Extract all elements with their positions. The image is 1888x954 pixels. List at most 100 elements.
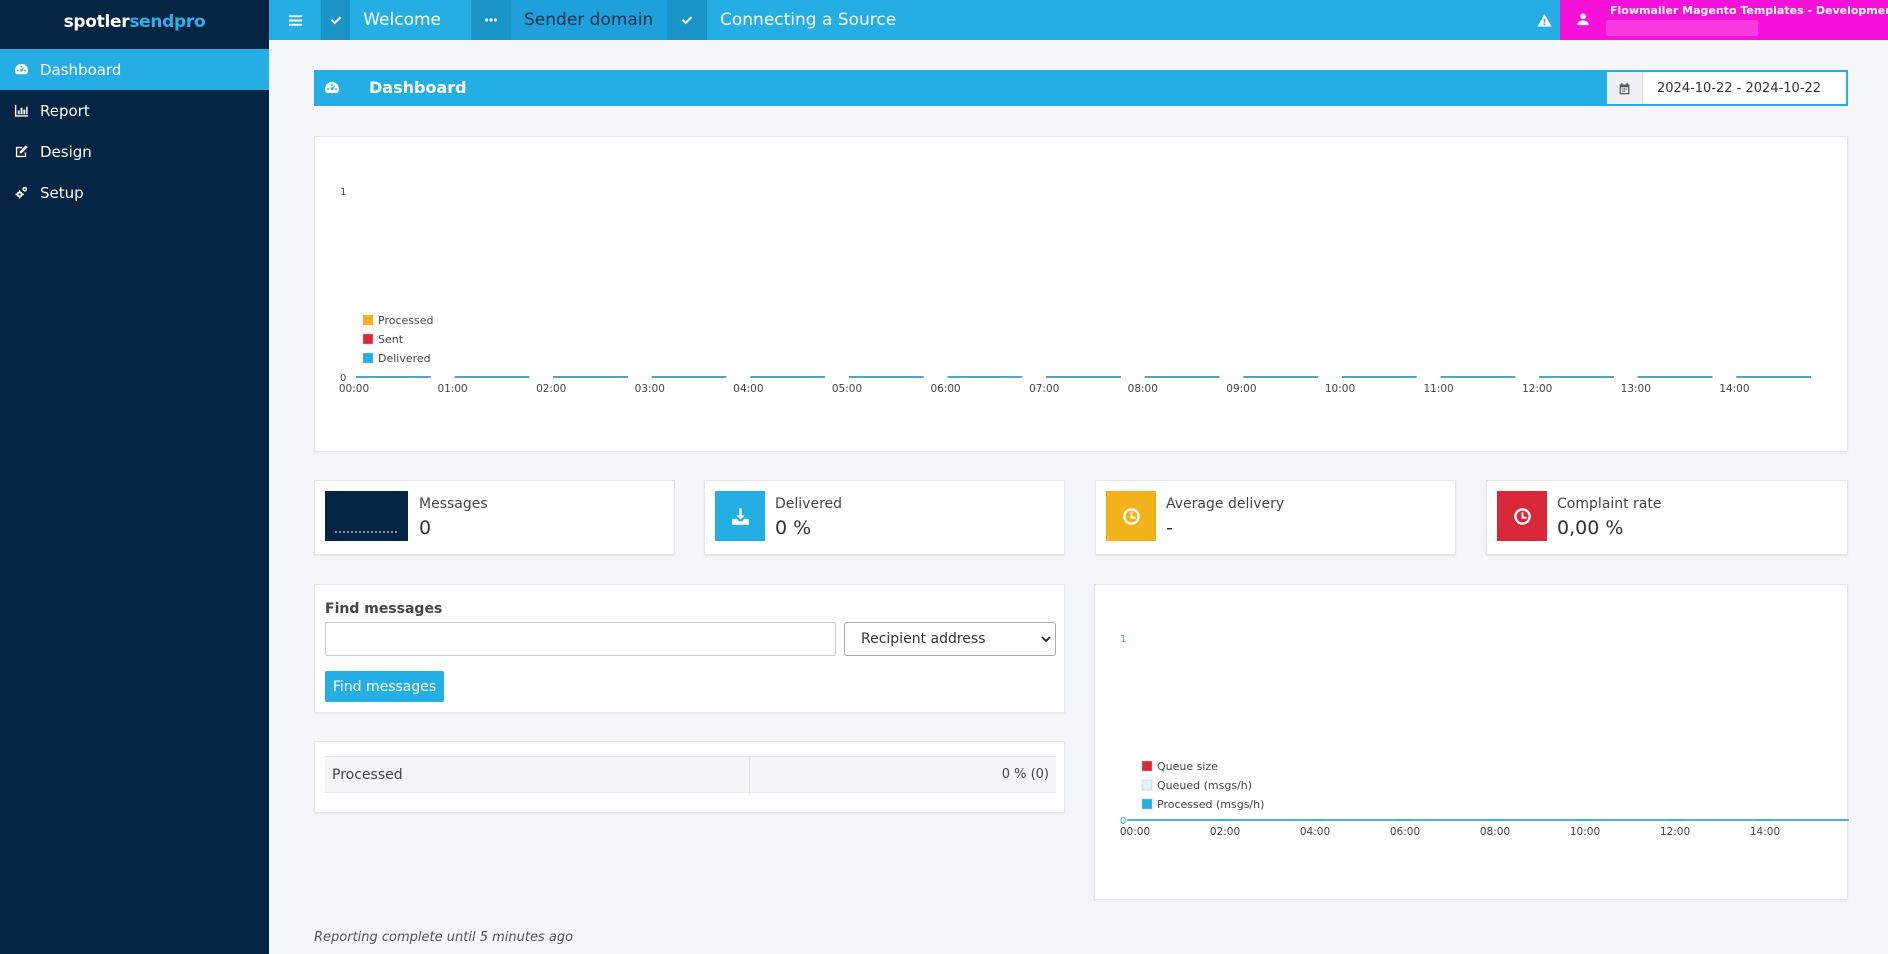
reporting-status: Reporting complete until 5 minutes ago xyxy=(314,930,574,945)
download-icon xyxy=(715,491,765,541)
user-icon xyxy=(1576,12,1592,28)
stat-value: - xyxy=(1166,517,1173,539)
edit-icon xyxy=(13,144,29,160)
y-tick-label: 1 xyxy=(340,187,346,198)
sidebar-item-label: Dashboard xyxy=(40,60,122,79)
x-tick-label: 02:00 xyxy=(1210,826,1240,838)
x-tick-label: 05:00 xyxy=(832,383,862,395)
clock-icon xyxy=(1497,491,1547,541)
legend-swatch xyxy=(362,352,374,364)
brand-logo[interactable]: spotler sendpro xyxy=(0,0,269,43)
sidebar-item-label: Setup xyxy=(40,183,84,202)
column-divider xyxy=(749,757,750,794)
stat-label: Average delivery xyxy=(1166,496,1285,512)
x-tick-label: 10:00 xyxy=(1570,826,1600,838)
sidebar-item-design[interactable]: Design xyxy=(0,131,269,172)
find-messages-panel: Find messages Recipient address Find mes… xyxy=(314,584,1065,713)
stat-label: Messages xyxy=(419,496,488,512)
date-range-picker[interactable]: 2024-10-22 - 2024-10-22 xyxy=(1606,71,1847,105)
select-value: Recipient address xyxy=(861,631,986,647)
sidebar-nav: Dashboard Report Design Setup xyxy=(0,49,269,213)
x-tick-label: 00:00 xyxy=(1120,826,1150,838)
stat-card-average-delivery: Average delivery - xyxy=(1095,480,1456,555)
x-tick-label: 01:00 xyxy=(437,383,467,395)
x-tick-label: 10:00 xyxy=(1325,383,1355,395)
hamburger-icon xyxy=(288,14,302,26)
x-tick-label: 12:00 xyxy=(1660,826,1690,838)
x-tick-label: 08:00 xyxy=(1480,826,1510,838)
tab-label: Sender domain xyxy=(524,10,654,30)
find-messages-button[interactable]: Find messages xyxy=(325,671,444,702)
check-icon xyxy=(667,0,707,40)
sidebar: spotler sendpro Dashboard Report Design S… xyxy=(0,0,269,954)
sparkline-icon xyxy=(325,491,408,541)
stat-card-delivered: Delivered 0 % xyxy=(704,480,1065,555)
legend-label: Queued (msgs/h) xyxy=(1157,779,1252,792)
x-tick-label: 04:00 xyxy=(1300,826,1330,838)
alert-button[interactable] xyxy=(1525,0,1563,40)
legend-swatch xyxy=(1141,760,1153,772)
queue-chart: 1000:00 02:00 04:00 06:00 08:00 10:00 12:00 14:… xyxy=(1120,634,1849,838)
sidebar-item-label: Report xyxy=(40,101,90,120)
sidebar-item-setup[interactable]: Setup xyxy=(0,172,269,213)
dashboard-icon xyxy=(324,80,342,96)
top-bar: Welcome Sender domain Connecting a Sourc… xyxy=(269,0,1888,40)
x-tick-label: 13:00 xyxy=(1621,383,1651,395)
stat-value: 0 % xyxy=(775,517,812,539)
dashboard-icon xyxy=(13,62,29,78)
menu-toggle-button[interactable] xyxy=(269,0,321,40)
tab-sender-domain[interactable]: Sender domain xyxy=(471,0,667,40)
x-tick-label: 14:00 xyxy=(1719,383,1749,395)
stat-value: 0 xyxy=(419,517,432,539)
tab-label: Connecting a Source xyxy=(720,10,897,30)
brand-part-1: spotler xyxy=(63,11,130,32)
legend-swatch xyxy=(1141,779,1153,791)
clock-icon xyxy=(1106,491,1156,541)
chevron-down-icon xyxy=(1041,636,1051,643)
processed-label: Processed xyxy=(332,767,403,783)
x-tick-label: 06:00 xyxy=(930,383,960,395)
messages-chart: 1000:00 01:00 02:00 03:00 04:00 05:00 06:00 07:… xyxy=(339,187,1811,395)
x-tick-label: 02:00 xyxy=(536,383,566,395)
user-subtitle-redacted xyxy=(1606,20,1758,36)
stat-card-messages: Messages 0 xyxy=(314,480,675,555)
legend-label: Delivered xyxy=(378,352,431,365)
user-menu[interactable]: Flowmailer Magento Templates - Developme… xyxy=(1560,0,1888,40)
find-messages-input[interactable] xyxy=(325,622,836,656)
stat-label: Delivered xyxy=(775,496,843,512)
x-tick-label: 14:00 xyxy=(1750,826,1780,838)
x-tick-label: 04:00 xyxy=(733,383,763,395)
legend-label: Queue size xyxy=(1157,760,1218,773)
tab-welcome[interactable]: Welcome xyxy=(321,0,441,40)
sidebar-item-report[interactable]: Report xyxy=(0,90,269,131)
calendar-icon xyxy=(1607,72,1643,104)
find-messages-label: Find messages xyxy=(325,601,443,617)
x-tick-label: 07:00 xyxy=(1029,383,1059,395)
x-tick-label: 11:00 xyxy=(1423,383,1453,395)
messages-chart-panel: 1 0 00:00 01:00 02:00 03:00 04:00 05:00 06:00 07:… xyxy=(314,136,1848,452)
x-tick-label: 06:00 xyxy=(1390,826,1420,838)
x-tick-label: 03:00 xyxy=(635,383,665,395)
warning-icon xyxy=(1536,13,1552,27)
legend-swatch xyxy=(362,333,374,345)
x-tick-label: 12:00 xyxy=(1522,383,1552,395)
tab-label: Welcome xyxy=(363,10,441,30)
processed-summary-panel: Processed 0 % (0) xyxy=(314,741,1065,813)
legend-swatch xyxy=(1141,798,1153,810)
tab-connecting-source[interactable]: Connecting a Source xyxy=(667,0,907,40)
date-range-value: 2024-10-22 - 2024-10-22 xyxy=(1657,80,1822,96)
brand-part-2: sendpro xyxy=(129,11,206,32)
bar-chart-icon xyxy=(13,103,29,119)
legend-label: Sent xyxy=(378,333,404,346)
check-icon xyxy=(321,0,351,40)
x-tick-label: 08:00 xyxy=(1128,383,1158,395)
sidebar-item-dashboard[interactable]: Dashboard xyxy=(0,49,269,90)
table-row: Processed 0 % (0) xyxy=(325,756,1056,794)
user-name: Flowmailer Magento Templates - Developme… xyxy=(1610,4,1888,17)
x-tick-label: 09:00 xyxy=(1226,383,1256,395)
search-field-select[interactable]: Recipient address xyxy=(844,622,1056,656)
page-title: Dashboard xyxy=(369,78,467,97)
legend-label: Processed (msgs/h) xyxy=(1157,798,1264,811)
sidebar-item-label: Design xyxy=(40,142,92,161)
x-tick-label: 00:00 xyxy=(339,383,369,395)
